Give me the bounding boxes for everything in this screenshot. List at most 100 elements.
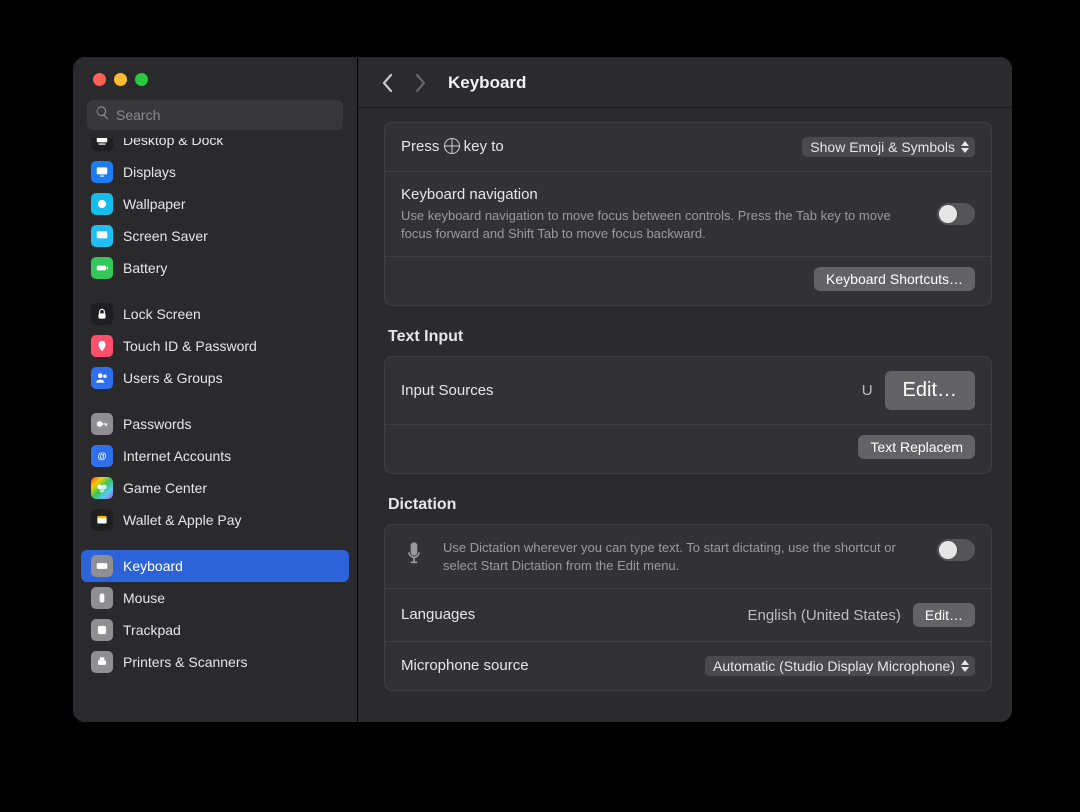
sidebar-item-gamecenter[interactable]: Game Center <box>81 472 349 504</box>
dictation-desc: Use Dictation wherever you can type text… <box>443 539 925 574</box>
sidebar-item-internet-accounts[interactable]: @ Internet Accounts <box>81 440 349 472</box>
press-globe-value: Show Emoji & Symbols <box>810 139 955 155</box>
sidebar-item-label: Touch ID & Password <box>123 338 257 354</box>
zoom-window-button[interactable] <box>135 73 148 86</box>
search-container <box>87 100 343 130</box>
sidebar-item-touchid[interactable]: Touch ID & Password <box>81 330 349 362</box>
internet-accounts-icon: @ <box>91 445 113 467</box>
dictation-languages-label: Languages <box>401 606 475 623</box>
sidebar-item-label: Trackpad <box>123 622 181 638</box>
keyboard-panel: Press key to Show Emoji & Symbols Keyboa… <box>384 122 992 306</box>
microphone-source-popup[interactable]: Automatic (Studio Display Microphone) <box>705 656 975 676</box>
desktop-dock-icon <box>91 138 113 151</box>
main-pane: Keyboard Press key to Show Emoji & Symbo… <box>358 57 1012 722</box>
nav-forward-button[interactable] <box>408 71 432 95</box>
displays-icon <box>91 161 113 183</box>
sidebar-item-label: Displays <box>123 164 176 180</box>
sidebar-item-label: Users & Groups <box>123 370 223 386</box>
sidebar-item-passwords[interactable]: Passwords <box>81 408 349 440</box>
trackpad-icon <box>91 619 113 641</box>
sidebar-item-printers[interactable]: Printers & Scanners <box>81 646 349 678</box>
globe-icon <box>444 138 460 154</box>
microphone-source-label: Microphone source <box>401 657 529 674</box>
sidebar-item-label: Battery <box>123 260 167 276</box>
text-input-heading: Text Input <box>388 328 988 346</box>
minimize-window-button[interactable] <box>114 73 127 86</box>
sidebar-item-users[interactable]: Users & Groups <box>81 362 349 394</box>
text-replacements-row: Text Replacem <box>385 425 991 473</box>
sidebar-item-label: Mouse <box>123 590 165 606</box>
text-input-panel: Input Sources U Edit… Text Replacem <box>384 356 992 474</box>
sidebar-item-displays[interactable]: Displays <box>81 156 349 188</box>
svg-text:@: @ <box>97 451 106 461</box>
sidebar-item-label: Internet Accounts <box>123 448 231 464</box>
screensaver-icon <box>91 225 113 247</box>
sidebar-item-trackpad[interactable]: Trackpad <box>81 614 349 646</box>
sidebar: Desktop & Dock Displays Wallpaper Screen Sa… <box>73 57 358 722</box>
dictation-languages-edit-button[interactable]: Edit… <box>913 603 975 627</box>
dictation-panel: Use Dictation wherever you can type text… <box>384 524 992 691</box>
keyboard-icon <box>91 555 113 577</box>
users-icon <box>91 367 113 389</box>
stepper-icon <box>961 141 969 153</box>
sidebar-list[interactable]: Desktop & Dock Displays Wallpaper Screen Sa… <box>73 138 357 722</box>
content-scroll[interactable]: Press key to Show Emoji & Symbols Keyboa… <box>358 108 1012 722</box>
wallet-icon <box>91 509 113 531</box>
dictation-toggle-row: Use Dictation wherever you can type text… <box>385 525 991 589</box>
nav-back-button[interactable] <box>376 71 400 95</box>
dictation-toggle[interactable] <box>937 539 975 561</box>
keyboard-navigation-label: Keyboard navigation <box>401 186 925 203</box>
sidebar-item-label: Wallet & Apple Pay <box>123 512 242 528</box>
sidebar-item-label: Lock Screen <box>123 306 201 322</box>
sidebar-item-label: Keyboard <box>123 558 183 574</box>
press-globe-popup[interactable]: Show Emoji & Symbols <box>802 137 975 157</box>
settings-window: Desktop & Dock Displays Wallpaper Screen Sa… <box>73 57 1012 722</box>
titlebar: Keyboard <box>358 57 1012 108</box>
wallpaper-icon <box>91 193 113 215</box>
sidebar-item-lockscreen[interactable]: Lock Screen <box>81 298 349 330</box>
search-icon <box>95 105 110 125</box>
microphone-source-row: Microphone source Automatic (Studio Disp… <box>385 642 991 690</box>
close-window-button[interactable] <box>93 73 106 86</box>
input-sources-value: U <box>862 382 873 399</box>
keyboard-shortcuts-row: Keyboard Shortcuts… <box>385 257 991 305</box>
microphone-source-value: Automatic (Studio Display Microphone) <box>713 658 955 674</box>
microphone-icon <box>401 539 427 569</box>
text-replacements-button[interactable]: Text Replacem <box>858 435 975 459</box>
sidebar-item-label: Passwords <box>123 416 191 432</box>
lockscreen-icon <box>91 303 113 325</box>
page-title: Keyboard <box>448 73 526 93</box>
gamecenter-icon <box>91 477 113 499</box>
dictation-languages-value: English (United States) <box>747 607 900 624</box>
sidebar-item-keyboard[interactable]: Keyboard <box>81 550 349 582</box>
mouse-icon <box>91 587 113 609</box>
touchid-icon <box>91 335 113 357</box>
sidebar-item-wallpaper[interactable]: Wallpaper <box>81 188 349 220</box>
sidebar-item-screensaver[interactable]: Screen Saver <box>81 220 349 252</box>
sidebar-item-label: Wallpaper <box>123 196 186 212</box>
printers-icon <box>91 651 113 673</box>
sidebar-item-desktop-dock[interactable]: Desktop & Dock <box>81 138 349 156</box>
sidebar-item-label: Screen Saver <box>123 228 208 244</box>
window-controls <box>73 57 357 96</box>
sidebar-item-wallet[interactable]: Wallet & Apple Pay <box>81 504 349 536</box>
sidebar-item-mouse[interactable]: Mouse <box>81 582 349 614</box>
press-globe-row: Press key to Show Emoji & Symbols <box>385 123 991 172</box>
input-sources-row: Input Sources U Edit… <box>385 357 991 425</box>
battery-icon <box>91 257 113 279</box>
sidebar-item-label: Desktop & Dock <box>123 138 223 148</box>
sidebar-item-battery[interactable]: Battery <box>81 252 349 284</box>
keyboard-navigation-desc: Use keyboard navigation to move focus be… <box>401 207 925 242</box>
dictation-heading: Dictation <box>388 496 988 514</box>
input-sources-edit-button[interactable]: Edit… <box>885 371 975 410</box>
sidebar-item-label: Game Center <box>123 480 207 496</box>
stepper-icon <box>961 660 969 672</box>
passwords-icon <box>91 413 113 435</box>
search-input[interactable] <box>116 107 335 123</box>
sidebar-item-label: Printers & Scanners <box>123 654 248 670</box>
dictation-languages-row: Languages English (United States) Edit… <box>385 589 991 642</box>
input-sources-label: Input Sources <box>401 382 494 399</box>
keyboard-navigation-toggle[interactable] <box>937 203 975 225</box>
press-globe-label: Press key to <box>401 138 504 155</box>
keyboard-shortcuts-button[interactable]: Keyboard Shortcuts… <box>814 267 975 291</box>
